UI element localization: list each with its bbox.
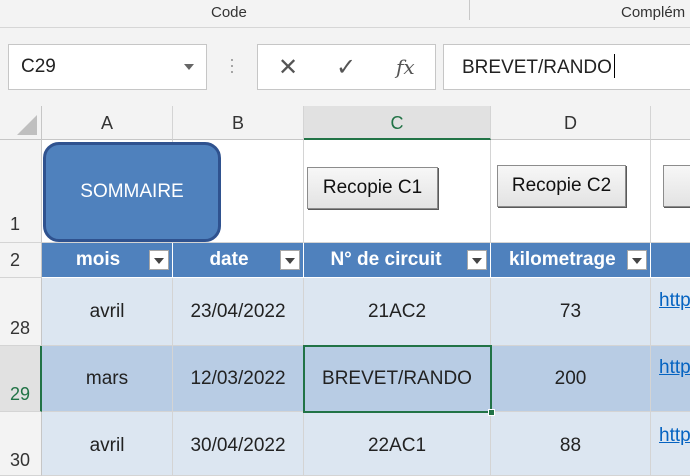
column-header-a[interactable]: A [42, 106, 173, 140]
header-label-kilometrage: kilometrage [509, 249, 616, 270]
select-all-corner[interactable] [0, 106, 42, 140]
ribbon-group-complements: Complém [621, 4, 686, 21]
ribbon-group-code: Code [211, 4, 247, 21]
table-header-kilometrage[interactable]: kilometrage [491, 243, 651, 278]
cell-date[interactable]: 30/04/2022 [173, 412, 304, 476]
insert-function-icon[interactable]: fx [396, 55, 415, 79]
cell-mois[interactable]: avril [42, 278, 173, 346]
table-header-date[interactable]: date [173, 243, 304, 278]
formula-buttons: ✕ ✓ fx [257, 44, 436, 90]
formula-input-value: BREVET/RANDO [462, 57, 612, 79]
row-header-2[interactable]: 2 [0, 243, 42, 278]
cell-km[interactable]: 73 [491, 278, 651, 346]
grip-dots-icon: · · · [229, 49, 235, 81]
text-caret [613, 54, 615, 78]
ribbon-group-labels: Code Complém [0, 0, 690, 28]
name-box-value: C29 [21, 56, 56, 77]
spreadsheet-grid: A B C D 1 2 28 29 30 mois date N° de cir… [0, 106, 690, 476]
recopie-c2-button[interactable]: Recopie C2 [497, 165, 626, 207]
extra-button[interactable] [663, 165, 690, 207]
enter-check-icon[interactable]: ✓ [336, 53, 356, 82]
fill-handle[interactable] [488, 409, 495, 416]
cell-circuit[interactable]: 22AC1 [304, 412, 491, 476]
filter-dropdown-icon[interactable] [149, 250, 169, 270]
table-header-mois[interactable]: mois [42, 243, 173, 278]
column-header-e[interactable] [651, 106, 690, 140]
column-header-b[interactable]: B [173, 106, 304, 140]
cell-date[interactable]: 23/04/2022 [173, 278, 304, 346]
row-header-28[interactable]: 28 [0, 278, 42, 346]
cancel-icon[interactable]: ✕ [278, 53, 298, 82]
recopie-c1-button[interactable]: Recopie C1 [307, 167, 438, 209]
table-header-link[interactable] [651, 243, 690, 278]
row-header-1[interactable]: 1 [0, 140, 42, 243]
cell-date[interactable]: 12/03/2022 [173, 346, 304, 412]
cell-km[interactable]: 200 [491, 346, 651, 412]
table-header-circuit[interactable]: N° de circuit [304, 243, 491, 278]
cell-link[interactable]: http [651, 412, 690, 476]
formula-input[interactable]: BREVET/RANDO [443, 44, 690, 90]
cell-mois[interactable]: avril [42, 412, 173, 476]
column-header-d[interactable]: D [491, 106, 651, 140]
column-header-c[interactable]: C [304, 106, 491, 140]
sommaire-button[interactable]: SOMMAIRE [43, 142, 221, 242]
chevron-down-icon[interactable] [184, 64, 194, 70]
active-cell-border [303, 345, 495, 416]
filter-dropdown-icon[interactable] [627, 250, 647, 270]
cell-link[interactable]: http [651, 278, 690, 346]
header-label-circuit: N° de circuit [330, 249, 442, 270]
formula-bar: C29 · · · ✕ ✓ fx BREVET/RANDO [0, 28, 690, 106]
cell-link[interactable]: http [651, 346, 690, 412]
name-box[interactable]: C29 [8, 44, 207, 90]
row-header-30[interactable]: 30 [0, 412, 42, 476]
cell-km[interactable]: 88 [491, 412, 651, 476]
header-label-date: date [209, 249, 249, 270]
filter-dropdown-icon[interactable] [280, 250, 300, 270]
row-header-29[interactable]: 29 [0, 346, 42, 412]
cell-mois[interactable]: mars [42, 346, 173, 412]
header-label-mois: mois [75, 249, 121, 270]
cell-circuit[interactable]: 21AC2 [304, 278, 491, 346]
ribbon-separator [469, 0, 470, 20]
filter-dropdown-icon[interactable] [467, 250, 487, 270]
